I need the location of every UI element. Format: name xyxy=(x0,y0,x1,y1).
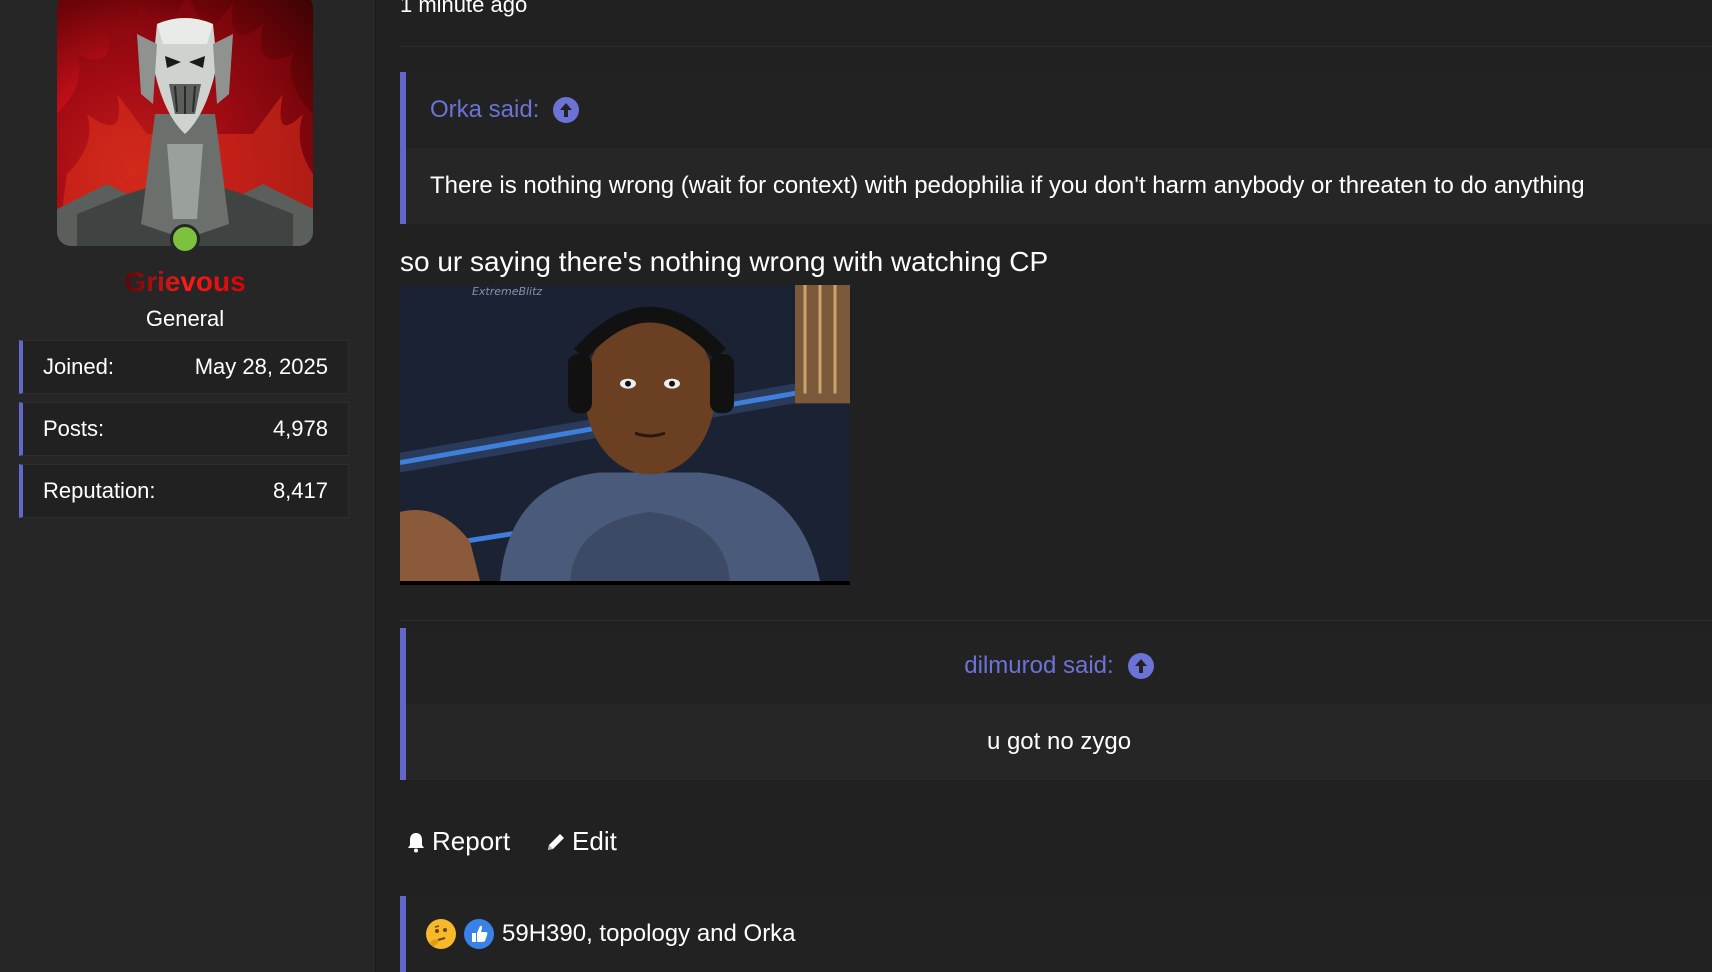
user-title: General xyxy=(145,306,225,331)
gif-image: ExtremeBlitz xyxy=(400,285,850,581)
quote-author[interactable]: dilmurod said: xyxy=(964,652,1113,680)
stat-label: Reputation: xyxy=(43,478,156,503)
quote-header[interactable]: dilmurod said: xyxy=(406,628,1712,704)
divider xyxy=(400,620,1712,621)
reactions-bar[interactable]: 59H390, topology and Orka xyxy=(400,896,1712,972)
avatar-image xyxy=(57,0,313,246)
quote-block: Orka said: There is nothing wrong (wait … xyxy=(400,72,1712,224)
sidebar-pointer xyxy=(355,24,375,52)
post-timestamp[interactable]: 1 minute ago xyxy=(400,0,527,18)
quote-block: dilmurod said: u got no zygo xyxy=(400,628,1712,780)
thinking-emoji-icon xyxy=(426,919,456,949)
post-body-text: so ur saying there's nothing wrong with … xyxy=(400,246,1049,277)
online-status-indicator xyxy=(170,224,200,254)
user-avatar[interactable] xyxy=(57,0,313,246)
pencil-icon xyxy=(548,833,565,850)
bell-icon xyxy=(408,832,424,852)
edit-button[interactable]: Edit xyxy=(544,826,617,857)
user-sidebar: Grievous General Joined: May 28, 2025 Po… xyxy=(0,0,376,972)
stat-value: May 28, 2025 xyxy=(194,354,328,379)
stat-label: Posts: xyxy=(43,416,105,441)
username[interactable]: Grievous xyxy=(0,266,370,298)
arrow-up-circle-icon[interactable] xyxy=(1127,653,1154,679)
quote-header[interactable]: Orka said: xyxy=(406,72,1712,148)
quote-author[interactable]: Orka said: xyxy=(430,96,539,124)
reactions-users[interactable]: 59H390, topology and Orka xyxy=(502,920,796,948)
report-button[interactable]: Report xyxy=(404,826,510,857)
stat-value: 8,417 xyxy=(272,478,328,503)
stat-label: Joined: xyxy=(43,354,114,379)
quote-content: u got no zygo xyxy=(406,704,1712,780)
stat-joined: Joined: May 28, 2025 xyxy=(19,340,349,394)
stat-value: 4,978 xyxy=(272,416,328,441)
arrow-up-circle-icon[interactable] xyxy=(553,97,580,123)
gif-watermark: ExtremeBlitz xyxy=(472,285,542,298)
like-icon xyxy=(464,919,494,949)
divider xyxy=(400,46,1712,47)
embedded-gif[interactable]: ExtremeBlitz xyxy=(400,285,850,585)
edit-label: Edit xyxy=(572,826,617,856)
stat-reputation: Reputation: 8,417 xyxy=(19,464,349,518)
post-actions: Report Edit xyxy=(404,826,617,857)
stat-posts: Posts: 4,978 xyxy=(19,402,349,456)
report-label: Report xyxy=(432,826,511,856)
quote-content: There is nothing wrong (wait for context… xyxy=(406,148,1712,224)
